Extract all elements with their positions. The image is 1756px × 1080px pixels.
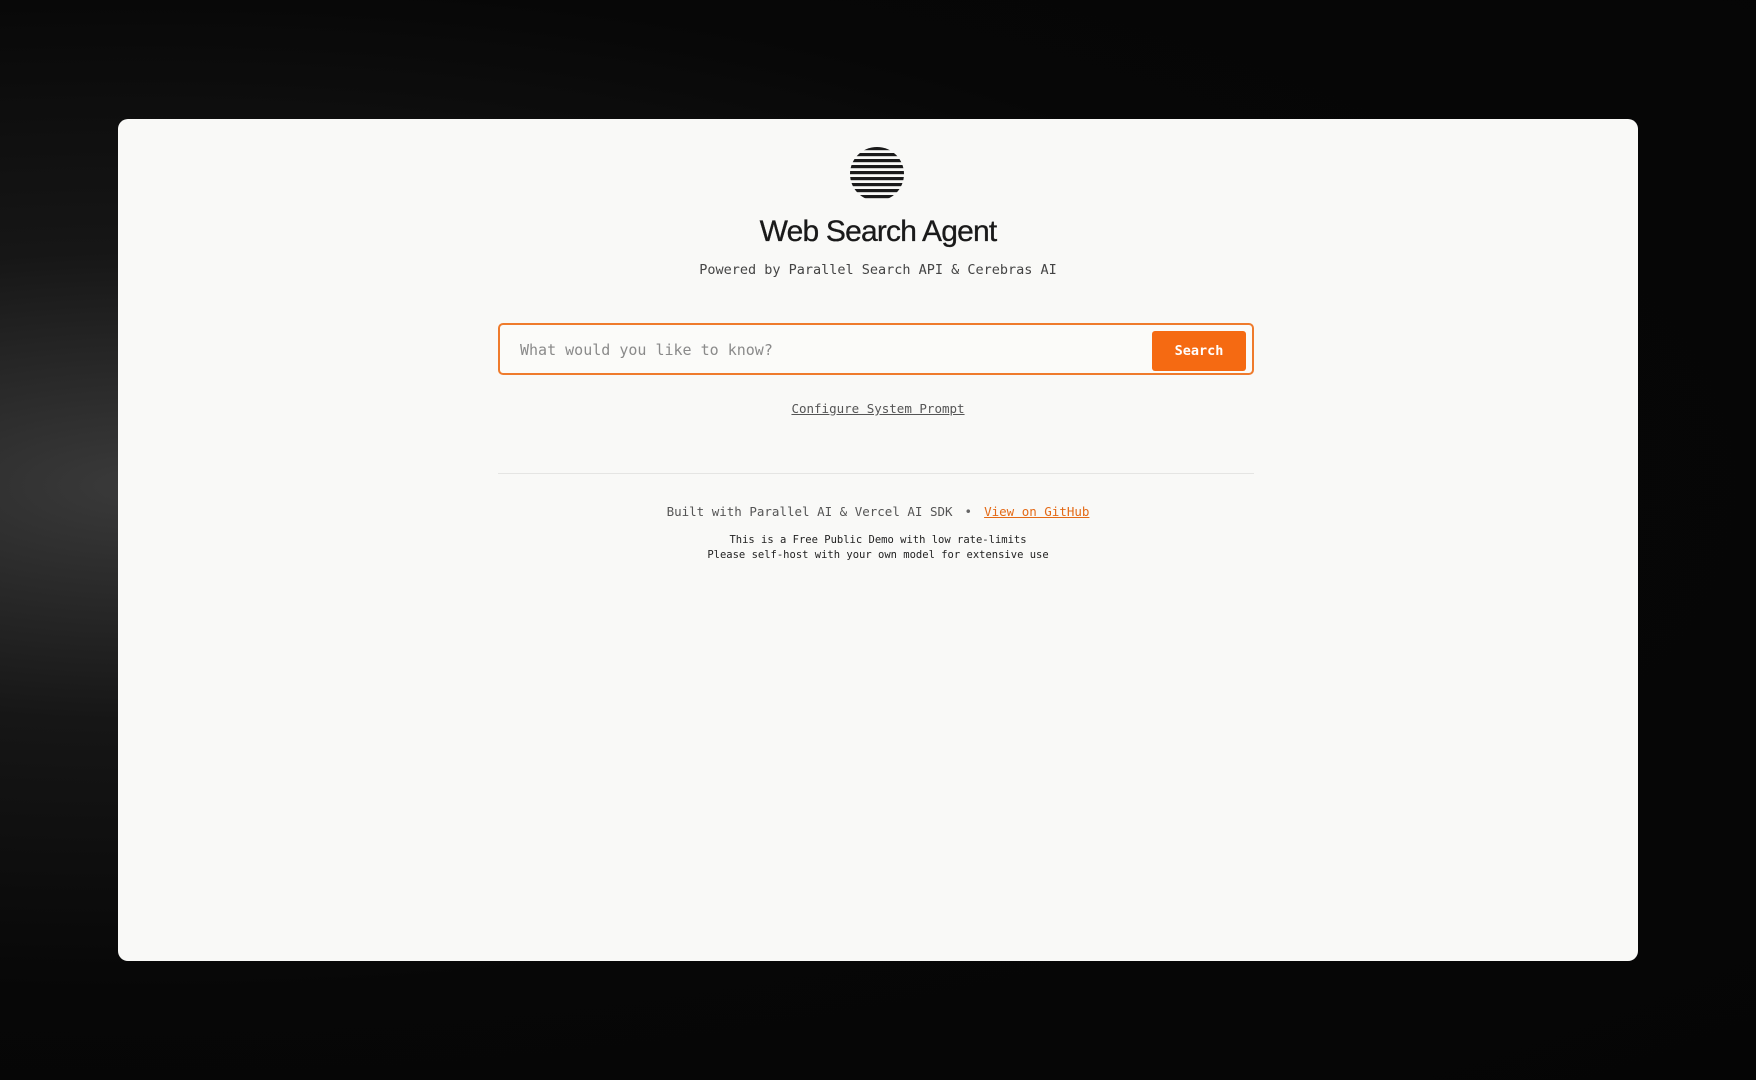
search-button[interactable]: Search: [1152, 331, 1246, 371]
built-with-text: Built with Parallel AI & Vercel AI SDK: [666, 504, 953, 519]
search-input[interactable]: [508, 333, 1172, 367]
configure-system-prompt-link[interactable]: Configure System Prompt: [118, 401, 1638, 416]
page-title: Web Search Agent: [759, 215, 997, 248]
github-link[interactable]: View on GitHub: [984, 504, 1089, 519]
app-window: Web Search Agent Powered by Parallel Sea…: [118, 119, 1638, 961]
page-subtitle: Powered by Parallel Search API & Cerebra…: [699, 262, 1057, 278]
divider: [498, 473, 1254, 474]
demo-notice-line-1: This is a Free Public Demo with low rate…: [729, 534, 1027, 546]
footer-credits: Built with Parallel AI & Vercel AI SDK • V…: [118, 504, 1638, 519]
search-form: Search: [498, 323, 1254, 375]
separator-dot: •: [964, 504, 973, 519]
striped-globe-icon: [850, 147, 904, 199]
demo-notice-line-2: Please self-host with your own model for…: [707, 549, 1049, 561]
